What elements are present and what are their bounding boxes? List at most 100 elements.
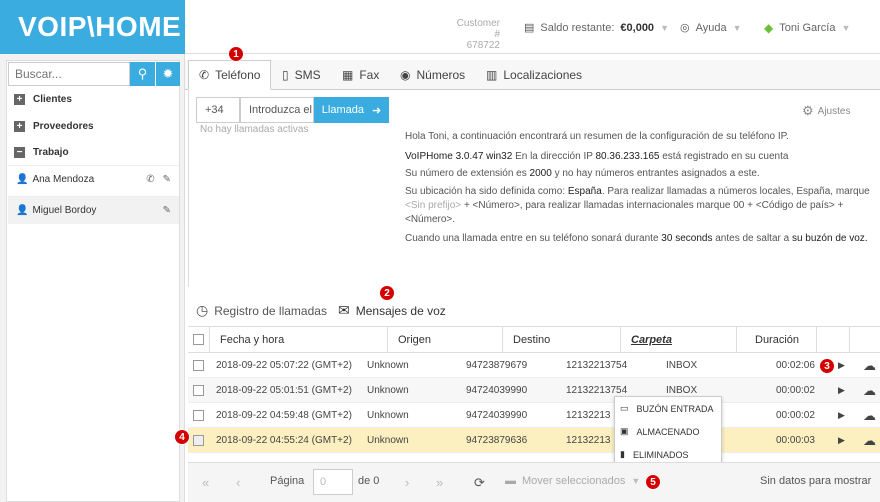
col-play	[817, 326, 850, 353]
arrow-right-icon: ➜	[371, 104, 382, 117]
cloud-download-icon[interactable]: ☁	[863, 428, 876, 453]
tab-call-log[interactable]: ◷ Registro de llamadas	[196, 302, 327, 319]
trash-icon: ▮	[620, 449, 625, 459]
help-menu[interactable]: ◎ Ayuda ▼	[680, 21, 742, 35]
info-extension: Su número de extensión es 2000 y no hay …	[405, 168, 760, 179]
row-checkbox[interactable]	[193, 360, 204, 371]
info-call-duration: Cuando una llamada entre en su teléfono …	[405, 233, 868, 244]
saldo-display[interactable]: ▤ Saldo restante: €0,000 ▼	[524, 21, 669, 35]
annotation-badge-2: 2	[379, 285, 395, 301]
row-to: 12132213754	[566, 360, 628, 371]
col-origen[interactable]: Origen	[388, 326, 503, 353]
search-input[interactable]	[8, 62, 130, 86]
tab-telefono[interactable]: ✆ Teléfono	[188, 60, 272, 90]
select-all-checkbox[interactable]	[193, 334, 204, 345]
user-icon: 👤	[16, 174, 29, 185]
folder-icon: ▬	[505, 475, 516, 487]
edit-icon[interactable]: ✎	[163, 174, 171, 185]
settings-button[interactable]: ✹	[156, 62, 180, 86]
refresh-icon[interactable]: ⟳	[474, 475, 485, 491]
cloud-download-icon[interactable]: ☁	[863, 403, 876, 428]
play-icon[interactable]: ▶	[838, 428, 845, 453]
row-checkbox[interactable]	[193, 385, 204, 396]
row-duration: 00:00:03	[776, 435, 815, 446]
building-icon: ▥	[486, 68, 498, 82]
col-carpeta[interactable]: Carpeta	[621, 326, 737, 353]
first-page-icon[interactable]: «	[202, 475, 209, 490]
info-greeting: Hola Toni, a continuación encontrará un …	[405, 131, 789, 142]
contact-ana-mendoza[interactable]: 👤 Ana Mendoza ✆ ✎	[8, 165, 179, 193]
table-row-selected[interactable]: 2018-09-22 04:55:24 (GMT+2) Unknown 9472…	[188, 428, 880, 453]
next-page-icon[interactable]: ›	[405, 475, 409, 490]
play-icon[interactable]: ▶	[838, 403, 845, 428]
group-clientes[interactable]: + Clientes	[14, 94, 72, 105]
row-date: 2018-09-22 04:55:24 (GMT+2)	[216, 435, 352, 446]
expand-icon: +	[14, 94, 25, 105]
prev-page-icon[interactable]: ‹	[236, 475, 240, 490]
mobile-icon: ▯	[282, 68, 289, 82]
info-version: VoIPHome 3.0.47 win32 En la dirección IP…	[405, 151, 789, 162]
globe-icon: ◉	[400, 68, 411, 82]
cloud-download-icon[interactable]: ☁	[863, 353, 876, 378]
number-input[interactable]: Introduzca el número	[240, 97, 314, 123]
row-date: 2018-09-22 05:07:22 (GMT+2)	[216, 360, 352, 371]
app-logo: VOIP\HOME	[0, 0, 185, 54]
search-icon: ⚲	[137, 66, 148, 81]
phone-icon[interactable]: ✆	[146, 174, 154, 185]
row-from: 94724039990	[466, 410, 528, 421]
settings-link[interactable]: ⚙ Ajustes	[802, 103, 850, 119]
wallet-icon: ▤	[524, 22, 535, 34]
last-page-icon[interactable]: »	[436, 475, 443, 490]
edit-icon[interactable]: ✎	[163, 205, 171, 216]
page-label: Página	[270, 475, 305, 487]
menu-item-deleted[interactable]: ▮ ELIMINADOS	[620, 449, 688, 460]
col-destino[interactable]: Destino	[503, 326, 621, 353]
row-date: 2018-09-22 04:59:48 (GMT+2)	[216, 410, 352, 421]
col-fecha[interactable]: Fecha y hora	[210, 326, 388, 353]
row-checkbox[interactable]	[193, 410, 204, 421]
col-download	[850, 326, 880, 353]
annotation-badge-4: 4	[174, 429, 190, 445]
clock-icon: ◷	[196, 302, 209, 318]
info-location: Su ubicación ha sido definida como: Espa…	[405, 186, 870, 225]
tab-sms[interactable]: ▯ SMS	[272, 60, 331, 90]
tab-fax[interactable]: ▦ Fax	[332, 60, 389, 90]
table-row[interactable]: 2018-09-22 05:01:51 (GMT+2) Unknown 9472…	[188, 378, 880, 403]
tab-numeros[interactable]: ◉ Números	[390, 60, 475, 90]
row-from: 94723879636	[466, 435, 528, 446]
row-duration: 00:00:02	[776, 385, 815, 396]
gear-icon: ⚙	[802, 103, 814, 118]
contact-miguel-bordoy[interactable]: 👤 Miguel Bordoy ✎	[8, 196, 179, 224]
menu-item-inbox[interactable]: ▭ BUZÓN ENTRADA	[620, 403, 714, 414]
chevron-down-icon: ▼	[631, 476, 641, 486]
play-icon[interactable]: ▶	[838, 378, 845, 403]
annotation-badge-3: 3	[819, 358, 835, 374]
status-icon: ◆	[764, 21, 774, 35]
row-origin: Unknown	[367, 410, 409, 421]
play-icon[interactable]: ▶	[838, 353, 845, 378]
row-duration: 00:02:06	[776, 360, 815, 371]
group-trabajo[interactable]: − Trabajo	[14, 147, 69, 158]
tab-localizaciones[interactable]: ▥ Localizaciones	[476, 60, 592, 90]
call-button[interactable]: Llamada ➜	[314, 97, 389, 123]
table-row[interactable]: 2018-09-22 04:59:48 (GMT+2) Unknown 9472…	[188, 403, 880, 428]
row-to: 12132213	[566, 435, 611, 446]
row-folder: INBOX	[666, 360, 698, 371]
group-proveedores[interactable]: + Proveedores	[14, 121, 94, 132]
user-menu[interactable]: ◆ Toni García ▼	[764, 21, 850, 35]
table-row[interactable]: 2018-09-22 05:07:22 (GMT+2) Unknown 9472…	[188, 353, 880, 378]
page-of-label: de 0	[358, 475, 380, 487]
prefix-field[interactable]: +34	[196, 97, 240, 123]
search-button[interactable]: ⚲	[130, 62, 155, 86]
row-checkbox-checked[interactable]	[193, 435, 204, 446]
move-selected-button[interactable]: ▬ Mover seleccionados ▼	[505, 475, 640, 487]
page-input[interactable]: 0	[313, 469, 353, 495]
cloud-download-icon[interactable]: ☁	[863, 378, 876, 403]
row-origin: Unknown	[367, 360, 409, 371]
tab-voicemail[interactable]: ✉ Mensajes de voz	[338, 302, 446, 319]
chevron-down-icon: ▼	[732, 22, 742, 33]
menu-item-stored[interactable]: ▣ ALMACENADO	[620, 426, 700, 437]
col-duracion[interactable]: Duración	[737, 326, 817, 353]
collapse-icon: −	[14, 147, 25, 158]
row-origin: Unknown	[367, 385, 409, 396]
